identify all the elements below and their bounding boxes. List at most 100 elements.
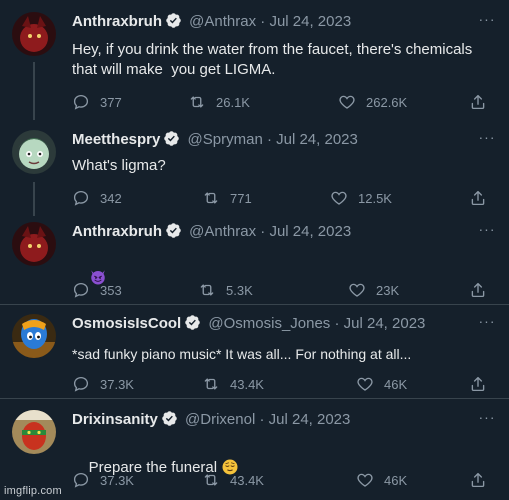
- more-options-icon[interactable]: ···: [477, 222, 497, 242]
- reply-button[interactable]: 342: [72, 188, 122, 208]
- tweet-actions: 377 26.1K 262.6K: [72, 92, 497, 112]
- like-count: 46K: [384, 472, 408, 488]
- tweet-actions: 37.3K 43.4K 46K: [72, 374, 497, 394]
- tweet-header: Anthraxbruh @Anthrax · Jul 24, 2023: [72, 222, 469, 245]
- reply-icon: [73, 472, 89, 488]
- retweet-count: 43.4K: [230, 472, 264, 488]
- separator: ·: [259, 411, 265, 428]
- handle[interactable]: @Spryman: [188, 131, 263, 148]
- tweet-actions: 37.3K 43.4K 46K: [72, 470, 497, 490]
- display-name[interactable]: Anthraxbruh: [72, 223, 162, 240]
- tweet-actions: 353 5.3K 23K: [72, 280, 497, 300]
- reply-button[interactable]: 377: [72, 92, 122, 112]
- heart-icon: [357, 473, 373, 487]
- timestamp[interactable]: Jul 24, 2023: [276, 131, 358, 148]
- watermark: imgflip.com: [4, 485, 62, 497]
- retweet-button[interactable]: 43.4K: [202, 374, 264, 394]
- avatar[interactable]: [12, 130, 56, 174]
- divider: [0, 398, 509, 399]
- like-count: 262.6K: [366, 94, 408, 110]
- timestamp[interactable]: Jul 24, 2023: [344, 315, 426, 332]
- reply-count: 37.3K: [100, 472, 134, 488]
- heart-icon: [357, 377, 373, 391]
- handle[interactable]: @Osmosis_Jones: [208, 315, 330, 332]
- tweet-actions: 342 771 12.5K: [72, 188, 497, 208]
- share-button[interactable]: [469, 280, 487, 300]
- avatar[interactable]: [12, 222, 56, 266]
- avatar[interactable]: [12, 410, 56, 454]
- tweet[interactable]: Anthraxbruh @Anthrax · Jul 24, 2023 ··· …: [0, 12, 509, 112]
- handle[interactable]: @Drixenol: [185, 411, 255, 428]
- more-options-icon[interactable]: ···: [477, 410, 497, 430]
- handle[interactable]: @Anthrax: [189, 13, 256, 30]
- timestamp[interactable]: Jul 24, 2023: [269, 411, 351, 428]
- reply-icon: [73, 94, 89, 110]
- more-options-icon[interactable]: ···: [477, 314, 497, 334]
- like-button[interactable]: 262.6K: [338, 92, 407, 112]
- tweet-header: Anthraxbruh @Anthrax · Jul 24, 2023: [72, 12, 469, 35]
- verified-badge-icon: [165, 12, 182, 35]
- retweet-count: 26.1K: [216, 94, 250, 110]
- retweet-count: 771: [230, 190, 252, 206]
- display-name[interactable]: Meetthespry: [72, 131, 160, 148]
- verified-badge-icon: [165, 222, 182, 245]
- more-options-icon[interactable]: ···: [477, 130, 497, 150]
- display-name[interactable]: Anthraxbruh: [72, 13, 162, 30]
- reply-icon: [73, 282, 89, 298]
- reply-count: 353: [100, 282, 122, 298]
- reply-count: 37.3K: [100, 376, 134, 392]
- verified-badge-icon: [184, 314, 201, 337]
- display-name[interactable]: Drixinsanity: [72, 411, 158, 428]
- tweet-text: *sad funky piano music* It was all... Fo…: [72, 346, 412, 362]
- share-icon: [471, 282, 485, 298]
- reply-button[interactable]: 37.3K: [72, 374, 134, 394]
- reply-button[interactable]: 353: [72, 280, 122, 300]
- retweet-icon: [200, 284, 214, 296]
- more-options-icon[interactable]: ···: [477, 12, 497, 32]
- retweet-button[interactable]: 43.4K: [202, 470, 264, 490]
- avatar[interactable]: [12, 314, 56, 358]
- heart-icon: [331, 191, 347, 205]
- like-count: 46K: [384, 376, 408, 392]
- share-button[interactable]: [469, 92, 487, 112]
- tweet[interactable]: Anthraxbruh @Anthrax · Jul 24, 2023 ··· …: [0, 222, 509, 298]
- display-name[interactable]: OsmosisIsCool: [72, 315, 181, 332]
- tweet[interactable]: OsmosisIsCool @Osmosis_Jones · Jul 24, 2…: [0, 314, 509, 394]
- reply-icon: [73, 376, 89, 392]
- like-button[interactable]: 46K: [356, 374, 407, 394]
- tweet-header: Drixinsanity @Drixenol · Jul 24, 2023: [72, 410, 469, 433]
- like-button[interactable]: 46K: [356, 470, 407, 490]
- retweet-button[interactable]: 26.1K: [188, 92, 250, 112]
- like-count: 23K: [376, 282, 400, 298]
- like-button[interactable]: 12.5K: [330, 188, 392, 208]
- retweet-button[interactable]: 5.3K: [198, 280, 253, 300]
- tweet-header: OsmosisIsCool @Osmosis_Jones · Jul 24, 2…: [72, 314, 469, 337]
- tweet[interactable]: Meetthespry @Spryman · Jul 24, 2023 ··· …: [0, 130, 509, 206]
- share-button[interactable]: [469, 188, 487, 208]
- share-button[interactable]: [469, 470, 487, 490]
- tweet-text: Hey, if you drink the water from the fau…: [72, 41, 473, 78]
- like-button[interactable]: 23K: [348, 280, 399, 300]
- retweet-icon: [190, 96, 204, 108]
- separator: ·: [266, 131, 272, 148]
- share-icon: [471, 472, 485, 488]
- handle[interactable]: @Anthrax: [189, 223, 256, 240]
- share-icon: [471, 376, 485, 392]
- heart-icon: [349, 283, 365, 297]
- like-count: 12.5K: [358, 190, 392, 206]
- share-icon: [471, 190, 485, 206]
- reply-button[interactable]: 37.3K: [72, 470, 134, 490]
- tweet-text: What's ligma?: [72, 157, 166, 174]
- retweet-icon: [204, 474, 218, 486]
- share-icon: [471, 94, 485, 110]
- retweet-button[interactable]: 771: [202, 188, 252, 208]
- timestamp[interactable]: Jul 24, 2023: [269, 13, 351, 30]
- tweet[interactable]: Drixinsanity @Drixenol · Jul 24, 2023 ··…: [0, 410, 509, 490]
- timestamp[interactable]: Jul 24, 2023: [269, 223, 351, 240]
- retweet-icon: [204, 378, 218, 390]
- retweet-icon: [204, 192, 218, 204]
- verified-badge-icon: [161, 410, 178, 433]
- avatar[interactable]: [12, 12, 56, 56]
- reply-count: 377: [100, 94, 122, 110]
- share-button[interactable]: [469, 374, 487, 394]
